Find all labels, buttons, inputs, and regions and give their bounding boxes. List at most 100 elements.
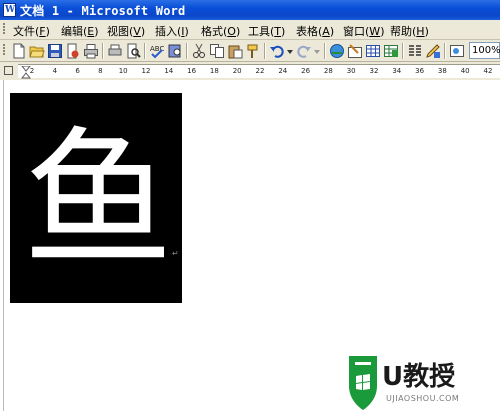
word-document-icon[interactable]: W [3, 3, 16, 17]
menu-label: 文件 [13, 25, 35, 38]
menu-bar: 文件(F) 编辑(E) 视图(V) 插入(I) 格式(O) 工具(T) 表格(A… [0, 20, 500, 40]
menu-file[interactable]: 文件(F) [13, 23, 50, 39]
menu-help[interactable]: 帮助(H) [390, 23, 429, 39]
menu-tools[interactable]: 工具(T) [248, 23, 285, 39]
ruler-tick-label: 6 [75, 67, 80, 75]
page-edge [3, 80, 4, 411]
toolbar-grip-handle[interactable] [3, 44, 5, 56]
ruler-tick-label: 30 [346, 67, 356, 75]
paste-icon[interactable] [227, 43, 243, 59]
insert-excel-icon[interactable] [383, 43, 399, 59]
menu-accelerator: I [181, 25, 185, 38]
ruler-tick-label: 2 [29, 67, 35, 75]
menu-label: 表格 [296, 25, 318, 38]
watermark-logo: U教授 UJIAOSHOU.COM [346, 354, 496, 414]
toolbar-separator [264, 43, 266, 59]
standard-toolbar: ABC 100% [0, 40, 500, 62]
horizontal-ruler-area: 2 4 6 8 10 12 14 16 18 20 22 24 26 28 30 32 34 36 38 40 42 [0, 62, 500, 80]
menu-edit[interactable]: 编辑(E) [61, 23, 99, 39]
ruler-tick-label: 8 [98, 67, 103, 75]
research-icon[interactable] [125, 43, 141, 59]
menu-accelerator: E [87, 25, 95, 38]
menu-insert[interactable]: 插入(I) [155, 23, 189, 39]
print-preview-icon[interactable] [107, 43, 123, 59]
insert-table-icon[interactable] [365, 43, 381, 59]
image-character: 鱼 [22, 114, 173, 288]
window-title: 文档 1 - Microsoft Word [20, 4, 186, 18]
open-folder-icon[interactable] [29, 43, 45, 59]
document-map-icon[interactable] [449, 43, 465, 59]
hyperlink-icon[interactable] [329, 43, 345, 59]
print-icon[interactable] [83, 43, 99, 59]
menu-window[interactable]: 窗口(W) [343, 23, 384, 39]
menu-accelerator: W [369, 25, 381, 38]
ruler-tick-label: 32 [369, 67, 379, 75]
drawing-icon[interactable] [425, 43, 441, 59]
watermark-brand: U教授 [382, 362, 456, 392]
undo-icon[interactable] [269, 43, 285, 59]
ruler-tick-label: 10 [118, 67, 128, 75]
ruler-tick-label: 16 [187, 67, 197, 75]
watermark-site: UJIAOSHOU.COM [386, 394, 460, 403]
document-area[interactable]: 鱼 ↵ U教授 UJIAOSHOU.COM [0, 80, 500, 411]
format-painter-icon[interactable] [245, 43, 261, 59]
title-bar: W 文档 1 - Microsoft Word [0, 0, 500, 20]
ruler-tick-label: 14 [164, 67, 174, 75]
copy-icon[interactable] [209, 43, 225, 59]
toolbar-separator [402, 43, 404, 59]
ujiaoshou-shield-icon [349, 356, 377, 410]
menu-view[interactable]: 视图(V) [107, 23, 145, 39]
spelling-icon[interactable]: ABC [149, 43, 165, 59]
research-book-icon[interactable] [167, 43, 183, 59]
menu-accelerator: V [133, 25, 141, 38]
ruler-tick-label: 38 [437, 67, 447, 75]
ruler-tick-label: 12 [141, 67, 151, 75]
menu-label: 帮助 [390, 25, 412, 38]
ruler-tick-label: 40 [460, 67, 470, 75]
permission-icon[interactable] [65, 43, 81, 59]
menu-label: 编辑 [61, 25, 83, 38]
ruler-tick-label: 36 [415, 67, 425, 75]
paragraph-mark: ↵ [172, 249, 179, 258]
menu-label: 工具 [248, 25, 270, 38]
menu-label: 窗口 [343, 25, 365, 38]
ruler-tick-label: 22 [255, 67, 265, 75]
toolbar-separator [186, 43, 188, 59]
menu-table[interactable]: 表格(A) [296, 23, 334, 39]
ruler-tick-label: 18 [209, 67, 219, 75]
ruler-tick-label: 34 [392, 67, 402, 75]
tab-selector[interactable] [4, 66, 13, 75]
menu-label: 插入 [155, 25, 177, 38]
menu-accelerator: A [322, 25, 330, 38]
inserted-image[interactable]: 鱼 [10, 93, 182, 303]
columns-icon[interactable] [407, 43, 423, 59]
menu-grip-handle[interactable] [3, 23, 5, 35]
svg-text:ABC: ABC [150, 45, 164, 53]
redo-dropdown-arrow-icon[interactable] [314, 49, 320, 55]
toolbar-separator [444, 43, 446, 59]
ruler-tick-label: 24 [278, 67, 288, 75]
menu-accelerator: F [39, 25, 46, 38]
undo-dropdown-arrow-icon[interactable] [287, 49, 293, 55]
ruler-tick-label: 28 [323, 67, 333, 75]
ruler-tick-label: 26 [301, 67, 311, 75]
ruler-tick-label: 4 [52, 67, 58, 75]
menu-label: 视图 [107, 25, 129, 38]
cut-icon[interactable] [191, 43, 207, 59]
menu-accelerator: O [227, 25, 236, 38]
ruler-tick-label: 20 [232, 67, 242, 75]
new-document-icon[interactable] [11, 43, 27, 59]
toolbar-separator [102, 43, 104, 59]
menu-accelerator: H [416, 25, 425, 38]
toolbar-separator [324, 43, 326, 59]
menu-format[interactable]: 格式(O) [201, 23, 240, 39]
toolbar-separator [144, 43, 146, 59]
zoom-box[interactable]: 100% [469, 42, 500, 59]
redo-icon[interactable] [296, 43, 312, 59]
menu-accelerator: T [274, 25, 282, 38]
tables-borders-icon[interactable] [347, 43, 363, 59]
horizontal-ruler[interactable]: 2 4 6 8 10 12 14 16 18 20 22 24 26 28 30 32 34 36 38 40 42 [18, 64, 500, 79]
ruler-tick-label: 42 [483, 67, 493, 75]
save-icon[interactable] [47, 43, 63, 59]
menu-label: 格式 [201, 25, 223, 38]
